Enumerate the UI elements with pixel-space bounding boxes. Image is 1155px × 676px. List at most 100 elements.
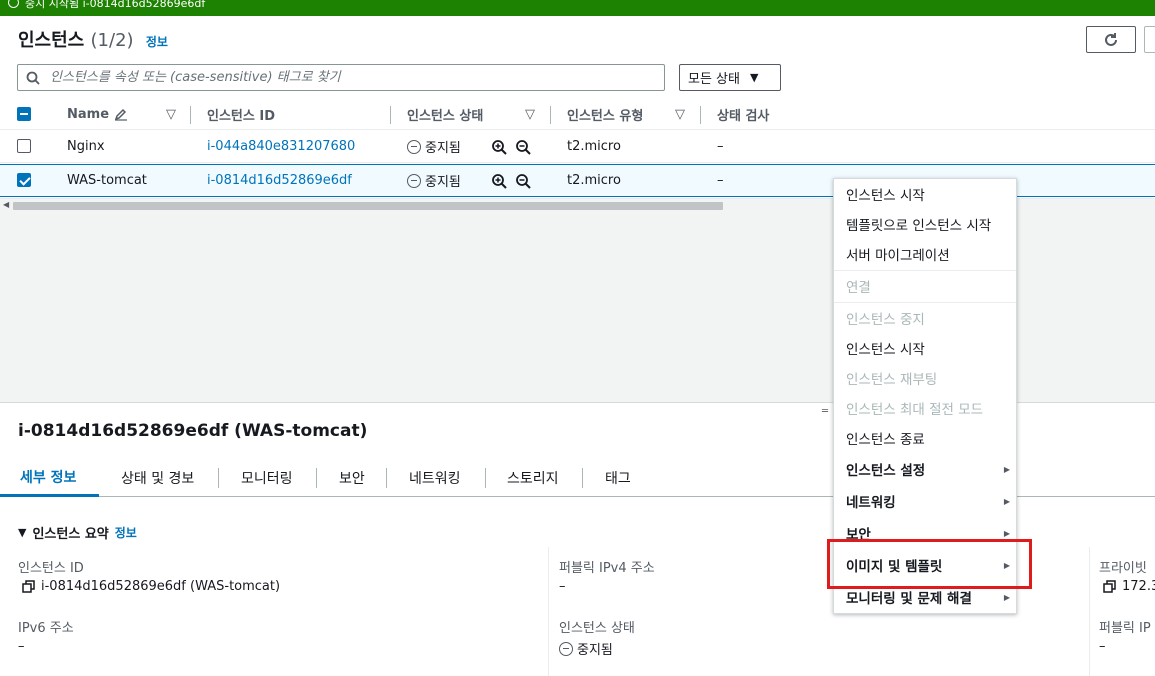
column-instance-id[interactable]: 인스턴스 ID xyxy=(207,98,275,130)
state-filter-select[interactable]: 모든 상태 ▼ xyxy=(679,64,781,91)
tab-storage[interactable]: 스토리지 xyxy=(507,459,559,497)
zoom-controls xyxy=(491,130,539,163)
column-check-label: 상태 검사 xyxy=(717,108,770,124)
status-check: – xyxy=(717,139,724,154)
menu-item-label: 인스턴스 설정 xyxy=(846,463,926,479)
instance-state-value: 중지됨 xyxy=(559,639,613,658)
menu-item-label: 템플릿으로 인스턴스 시작 xyxy=(846,218,992,234)
instance-id-link[interactable]: i-0814d16d52869e6df xyxy=(207,165,352,196)
menu-item-connect: 연결 xyxy=(834,271,1016,301)
sort-caret-icon[interactable]: ▽ xyxy=(525,98,535,130)
tab-label: 태그 xyxy=(605,471,631,487)
copy-icon[interactable] xyxy=(1103,580,1116,593)
zoom-out-icon[interactable] xyxy=(515,139,531,155)
column-separator[interactable] xyxy=(390,106,391,124)
scrollbar-thumb[interactable] xyxy=(13,202,723,210)
public-ipv4-label: 퍼블릭 IPv4 주소 xyxy=(559,561,655,576)
menu-item-networking[interactable]: 네트워킹 ▶ xyxy=(834,486,1016,516)
zoom-in-icon[interactable] xyxy=(491,139,507,155)
row-checkbox[interactable] xyxy=(17,173,31,187)
menu-item-launch-from-template[interactable]: 템플릿으로 인스턴스 시작 xyxy=(834,209,1016,239)
connect-button[interactable] xyxy=(1144,26,1155,53)
row-checkbox[interactable] xyxy=(17,139,31,153)
menu-item-label: 인스턴스 중지 xyxy=(846,312,925,328)
menu-item-label: 인스턴스 종료 xyxy=(846,432,925,448)
chevron-right-icon: ▶ xyxy=(1003,592,1010,602)
chevron-right-icon: ▶ xyxy=(1003,496,1010,506)
instance-type: t2.micro xyxy=(567,139,621,154)
column-name[interactable]: Name xyxy=(67,98,128,130)
tab-monitoring[interactable]: 모니터링 xyxy=(241,459,293,497)
tab-label: 네트워킹 xyxy=(409,471,461,487)
menu-item-start-instance-2[interactable]: 인스턴스 시작 xyxy=(834,333,1016,363)
menu-item-start-instance[interactable]: 인스턴스 시작 xyxy=(834,179,1016,209)
instance-id-link[interactable]: i-044a840e831207680 xyxy=(207,130,355,163)
tab-label: 모니터링 xyxy=(241,471,293,487)
resize-handle-icon[interactable]: ═ xyxy=(822,406,832,417)
column-type-label: 인스턴스 유형 xyxy=(567,108,644,124)
column-separator[interactable] xyxy=(550,106,551,124)
menu-item-instance-settings[interactable]: 인스턴스 설정 ▶ xyxy=(834,454,1016,484)
instance-summary-header[interactable]: ▼ 인스턴스 요약 정보 xyxy=(18,523,137,542)
menu-item-label: 연결 xyxy=(846,280,871,296)
stopped-icon xyxy=(407,173,421,188)
private-ip-text: 172.3 xyxy=(1122,579,1155,594)
stopped-icon xyxy=(407,139,421,154)
table-row[interactable]: Nginx i-044a840e831207680 중지됨 t2.micro – xyxy=(0,130,1155,163)
summary-info-link[interactable]: 정보 xyxy=(115,524,137,541)
tab-status-alarms[interactable]: 상태 및 경보 xyxy=(121,459,194,497)
copy-icon[interactable] xyxy=(22,580,35,593)
select-all-checkbox[interactable] xyxy=(17,107,31,121)
selection-count: (1/2) xyxy=(90,30,134,51)
row-name: WAS-tomcat xyxy=(67,173,147,188)
tab-security[interactable]: 보안 xyxy=(339,459,365,497)
column-name-label: Name xyxy=(67,106,110,122)
menu-item-migrate-server[interactable]: 서버 마이그레이션 xyxy=(834,239,1016,269)
column-divider xyxy=(548,547,549,676)
column-separator[interactable] xyxy=(190,106,191,124)
zoom-in-icon[interactable] xyxy=(491,173,507,189)
ipv6-value: – xyxy=(18,639,25,654)
tab-details[interactable]: 세부 정보 xyxy=(0,459,99,497)
status-check: – xyxy=(717,173,724,188)
tab-tags[interactable]: 태그 xyxy=(605,459,631,497)
detail-title: i-0814d16d52869e6df (WAS-tomcat) xyxy=(18,421,368,441)
column-separator[interactable] xyxy=(700,106,701,124)
search-input[interactable] xyxy=(50,70,650,85)
sort-caret-icon[interactable]: ▽ xyxy=(675,98,685,130)
instance-state: 중지됨 xyxy=(407,130,461,163)
refresh-icon xyxy=(1105,32,1117,46)
refresh-button[interactable] xyxy=(1086,26,1136,53)
success-banner: 중지 시작됨 i-0814d16d52869e6df xyxy=(0,0,1155,16)
ipv6-label: IPv6 주소 xyxy=(18,621,74,636)
column-instance-type[interactable]: 인스턴스 유형 xyxy=(567,98,643,130)
menu-item-terminate-instance[interactable]: 인스턴스 종료 xyxy=(834,423,1016,453)
info-link[interactable]: 정보 xyxy=(146,35,168,49)
private-ip-value: 172.3 xyxy=(1103,579,1155,594)
column-instance-state[interactable]: 인스턴스 상태 xyxy=(407,98,483,130)
public-ipv4-value: – xyxy=(559,579,566,594)
column-divider xyxy=(1089,547,1090,676)
zoom-out-icon[interactable] xyxy=(515,173,531,189)
page-title-text: 인스턴스 xyxy=(18,30,85,51)
column-status-check[interactable]: 상태 검사 xyxy=(717,98,769,130)
tab-separator xyxy=(582,468,583,488)
tab-label: 보안 xyxy=(339,471,365,487)
instance-state-text: 중지됨 xyxy=(425,175,461,190)
sort-caret-icon[interactable]: ▽ xyxy=(166,98,176,130)
state-filter-label: 모든 상태 xyxy=(688,72,740,87)
tab-label: 상태 및 경보 xyxy=(121,471,195,487)
menu-item-label: 인스턴스 시작 xyxy=(846,342,925,358)
scroll-left-icon[interactable]: ◀ xyxy=(3,200,9,209)
tab-label: 세부 정보 xyxy=(20,469,77,486)
chevron-right-icon: ▶ xyxy=(1003,528,1010,538)
column-state-label: 인스턴스 상태 xyxy=(407,108,484,124)
instance-type: t2.micro xyxy=(567,173,621,188)
menu-item-hibernate-instance: 인스턴스 최대 절전 모드 xyxy=(834,393,1016,423)
chevron-right-icon: ▶ xyxy=(1003,464,1010,474)
zoom-controls xyxy=(491,165,539,196)
collapse-triangle-icon: ▼ xyxy=(18,526,27,539)
menu-item-label: 인스턴스 재부팅 xyxy=(846,372,938,388)
search-icon xyxy=(26,71,40,85)
tab-networking[interactable]: 네트워킹 xyxy=(409,459,461,497)
